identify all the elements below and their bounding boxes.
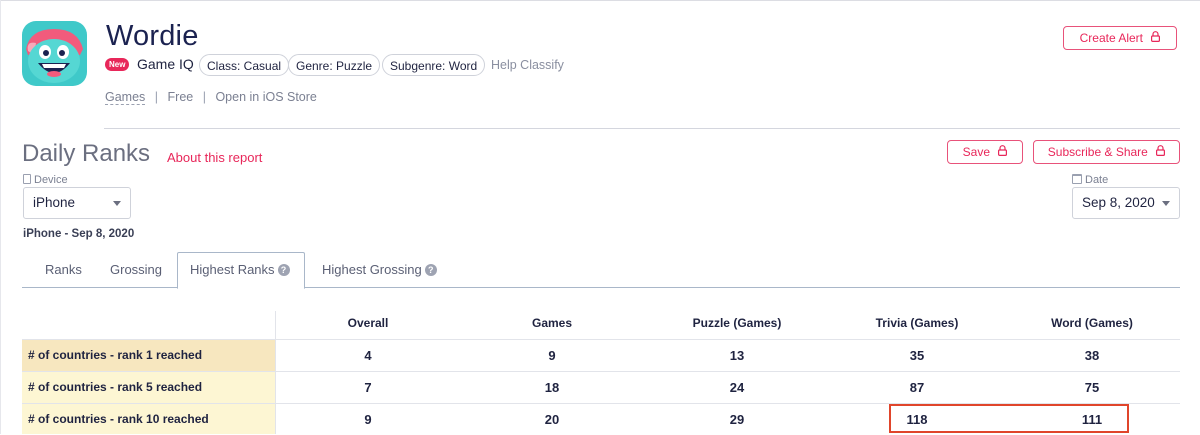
chevron-down-icon <box>113 201 121 206</box>
app-links: Games | Free | Open in iOS Store <box>105 90 317 105</box>
table-cell: 20 <box>544 412 560 427</box>
column-header-trivia: Trivia (Games) <box>875 316 959 330</box>
column-header-word: Word (Games) <box>1051 316 1133 330</box>
ios-store-link[interactable]: Open in iOS Store <box>215 90 316 104</box>
table-cell: 7 <box>364 380 372 395</box>
table-cell: 24 <box>729 380 745 395</box>
chip-subgenre[interactable]: Subgenre: Word <box>382 54 486 76</box>
lock-icon <box>998 141 1008 163</box>
table-cell: 35 <box>909 348 925 363</box>
date-field-label: Date <box>1072 174 1108 186</box>
price-label: Free <box>167 90 194 104</box>
link-separator: | <box>154 90 159 104</box>
device-field-label: Device <box>23 174 68 186</box>
table-row-label: # of countries - rank 10 reached <box>28 412 209 426</box>
chip-class[interactable]: Class: Casual <box>199 54 290 76</box>
left-border <box>0 0 1 434</box>
calendar-icon <box>1072 174 1082 185</box>
link-separator: | <box>202 90 206 104</box>
highlight-box <box>889 404 1129 433</box>
app-icon <box>22 21 87 86</box>
table-cell: 4 <box>364 348 372 363</box>
date-select-value: Sep 8, 2020 <box>1082 195 1155 210</box>
top-border <box>0 0 1200 1</box>
create-alert-button[interactable]: Create Alert <box>1063 26 1177 50</box>
tab-highest-ranks[interactable]: Highest Ranks? <box>190 262 290 277</box>
table-column-divider <box>275 311 276 434</box>
help-classify-link[interactable]: Help Classify <box>491 58 564 72</box>
help-icon[interactable]: ? <box>424 263 437 276</box>
column-header-games: Games <box>531 316 573 330</box>
page-title: Daily Ranks <box>22 140 151 167</box>
lock-icon <box>1156 141 1166 163</box>
device-label: Device <box>34 174 68 186</box>
app-title: Wordie <box>106 20 199 52</box>
device-select-value: iPhone <box>33 195 76 210</box>
save-button[interactable]: Save <box>947 140 1023 164</box>
table-row-label: # of countries - rank 5 reached <box>28 380 203 394</box>
tab-highest-grossing-label: Highest Grossing <box>322 262 422 277</box>
tab-grossing[interactable]: Grossing <box>110 262 162 277</box>
header-divider <box>104 128 1180 129</box>
new-badge: New <box>105 58 130 71</box>
category-link[interactable]: Games <box>105 90 146 105</box>
column-header-puzzle: Puzzle (Games) <box>692 316 782 330</box>
column-header-overall: Overall <box>347 316 389 330</box>
about-report-link[interactable]: About this report <box>167 150 262 165</box>
tab-highest-ranks-label: Highest Ranks <box>190 262 275 277</box>
date-select[interactable]: Sep 8, 2020 <box>1072 187 1180 219</box>
table-cell: 9 <box>548 348 556 363</box>
lock-icon <box>1151 27 1161 49</box>
game-iq-label: Game IQ <box>137 56 194 72</box>
table-cell: 13 <box>729 348 745 363</box>
table-cell: 87 <box>909 380 925 395</box>
chevron-down-icon <box>1162 201 1170 206</box>
table-cell: 38 <box>1084 348 1100 363</box>
device-select[interactable]: iPhone <box>23 187 131 219</box>
device-icon <box>23 174 31 185</box>
chip-genre[interactable]: Genre: Puzzle <box>288 54 381 76</box>
table-cell: 29 <box>729 412 745 427</box>
tab-highest-grossing[interactable]: Highest Grossing? <box>322 262 437 277</box>
table-cell: 18 <box>544 380 560 395</box>
report-subtitle: iPhone - Sep 8, 2020 <box>23 228 135 240</box>
subscribe-share-button[interactable]: Subscribe & Share <box>1033 140 1180 164</box>
date-label: Date <box>1085 174 1109 186</box>
help-icon[interactable]: ? <box>277 263 290 276</box>
save-label: Save <box>962 145 990 159</box>
tab-ranks[interactable]: Ranks <box>45 262 82 277</box>
table-cell: 9 <box>364 412 372 427</box>
subscribe-share-label: Subscribe & Share <box>1047 145 1148 159</box>
create-alert-label: Create Alert <box>1079 31 1144 45</box>
table-row-label: # of countries - rank 1 reached <box>28 348 203 362</box>
table-cell: 75 <box>1084 380 1100 395</box>
